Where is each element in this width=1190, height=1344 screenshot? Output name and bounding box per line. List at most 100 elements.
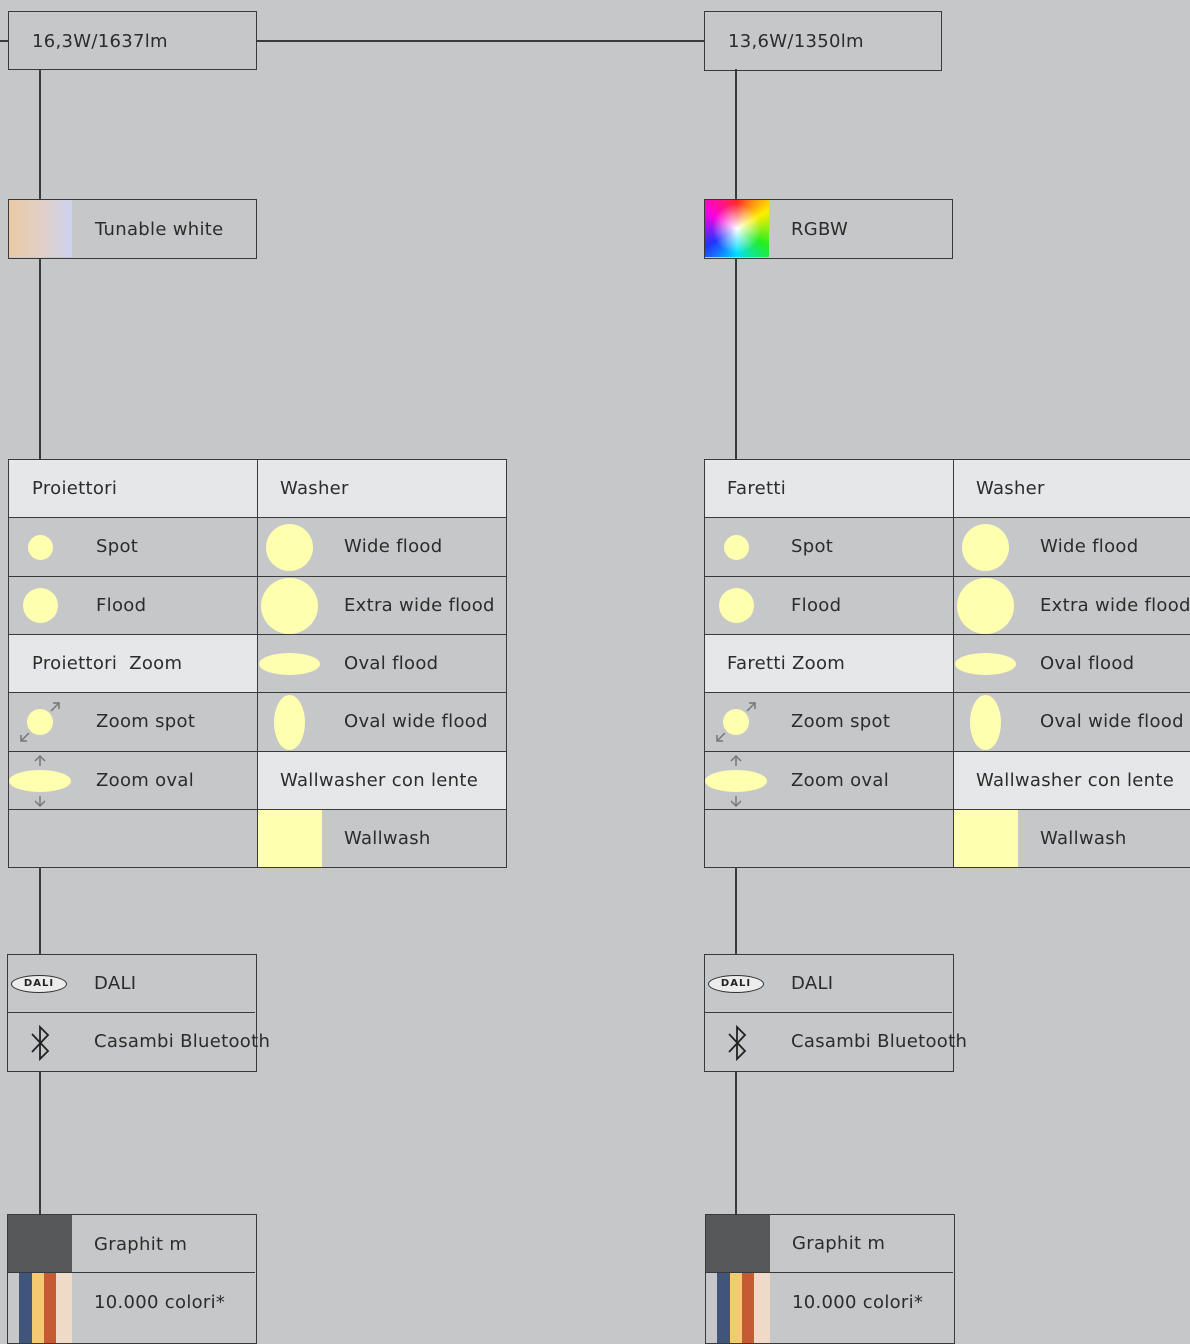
left-header-a-label: Proiettori [32,478,118,499]
dali-logo-icon: DALI [708,975,764,993]
right-trunk-3 [735,867,737,955]
right-wide-flood-cell: Wide flood [954,518,1190,577]
color-stripes-icon [8,1273,72,1343]
graphit-swatch [8,1215,72,1272]
right-header-a-label: Faretti [727,478,787,499]
right-zoom-header: Faretti Zoom [705,635,954,693]
zoom-spot-icon [716,702,756,742]
zoom-oval-icon [705,754,767,808]
tunable-white-swatch [9,200,72,257]
top-connector-left-stub [0,40,8,42]
left-header-a: Proiettori [9,460,258,518]
right-bluetooth-label: Casambi Bluetooth [791,1031,968,1052]
wallwash-beam-icon [258,810,322,867]
right-dali-label: DALI [791,973,834,994]
flood-beam-icon [719,588,754,623]
right-wide-flood-label: Wide flood [1040,536,1139,557]
left-wallwash-cell: Wallwash [258,810,506,867]
right-header-b-label: Washer [976,478,1045,499]
left-oval-wide-flood-label: Oval wide flood [344,711,488,732]
bluetooth-icon [31,1025,50,1061]
left-extra-wide-flood-label: Extra wide flood [344,595,495,616]
right-finish-box: Graphit m 10.000 colori* [705,1214,955,1344]
spot-beam-icon [724,535,749,560]
flood-beam-icon [23,588,58,623]
right-extra-wide-flood-label: Extra wide flood [1040,595,1190,616]
left-bluetooth-cell: Casambi Bluetooth [8,1013,270,1070]
right-wallwash-cell: Wallwash [954,810,1190,867]
rgbw-swatch [705,200,769,257]
right-colors-cell: 10.000 colori* [706,1273,953,1343]
left-power-box: 16,3W/1637lm [8,11,257,70]
left-dali-cell: DALI DALI [8,955,255,1013]
extra-wide-flood-beam-icon [957,578,1014,634]
right-trunk-1 [735,69,737,200]
left-power-label: 16,3W/1637lm [32,31,168,52]
top-connector [256,40,704,42]
right-flood-cell: Flood [705,577,954,635]
right-color-mode-box: RGBW [704,199,953,259]
left-color-mode-box: Tunable white [8,199,257,259]
right-spot-label: Spot [791,536,834,557]
right-spot-cell: Spot [705,518,954,577]
left-finish-box: Graphit m 10.000 colori* [7,1214,257,1344]
left-trunk-3 [39,867,41,955]
right-oval-flood-cell: Oval flood [954,635,1190,693]
right-zoom-spot-label: Zoom spot [791,711,891,732]
right-flood-label: Flood [791,595,842,616]
spot-beam-icon [28,535,53,560]
oval-wide-flood-beam-icon [274,695,305,750]
left-graphit-label: Graphit m [94,1234,188,1255]
left-zoom-oval-label: Zoom oval [96,770,195,791]
left-bluetooth-label: Casambi Bluetooth [94,1031,271,1052]
bluetooth-icon [728,1025,747,1061]
left-wallwasher-label: Wallwasher con lente [280,770,479,791]
dali-logo-icon: DALI [11,975,67,993]
right-power-box: 13,6W/1350lm [704,11,942,71]
right-graphit-cell: Graphit m [706,1215,953,1273]
right-optics-table: Faretti Washer Spot Wide flood Flood Ext… [704,459,1190,868]
left-wallwasher-header: Wallwasher con lente [258,752,506,810]
right-wallwash-label: Wallwash [1040,828,1127,849]
right-dali-cell: DALI DALI [705,955,952,1013]
left-spot-cell: Spot [9,518,258,577]
left-zoom-header-label: Proiettori Zoom [32,653,183,674]
left-zoom-spot-label: Zoom spot [96,711,196,732]
right-empty-cell [705,810,954,867]
right-control-box: DALI DALI Casambi Bluetooth [704,954,967,1072]
left-wide-flood-label: Wide flood [344,536,443,557]
left-zoom-oval-cell: Zoom oval [9,752,258,810]
right-extra-wide-flood-cell: Extra wide flood [954,577,1190,635]
wide-flood-beam-icon [962,524,1009,571]
right-oval-flood-label: Oval flood [1040,653,1135,674]
right-oval-wide-flood-cell: Oval wide flood [954,693,1190,752]
right-wallwasher-header: Wallwasher con lente [954,752,1190,810]
right-zoom-header-label: Faretti Zoom [727,653,846,674]
right-trunk-4 [735,1071,737,1215]
left-optics-table: Proiettori Washer Spot Wide flood Flood … [8,459,507,868]
left-dali-label: DALI [94,973,137,994]
left-zoom-spot-cell: Zoom spot [9,693,258,752]
wallwash-beam-icon [954,810,1018,867]
right-zoom-spot-cell: Zoom spot [705,693,954,752]
left-wallwash-label: Wallwash [344,828,431,849]
left-trunk-4 [39,1071,41,1215]
right-colors-label: 10.000 colori* [792,1292,924,1313]
right-header-a: Faretti [705,460,954,518]
graphit-swatch [706,1215,770,1272]
oval-flood-beam-icon [955,653,1016,675]
left-flood-label: Flood [96,595,147,616]
left-flood-cell: Flood [9,577,258,635]
left-empty-cell [9,810,258,867]
left-colors-cell: 10.000 colori* [8,1273,255,1343]
right-graphit-label: Graphit m [792,1233,886,1254]
left-extra-wide-flood-cell: Extra wide flood [258,577,506,635]
left-oval-wide-flood-cell: Oval wide flood [258,693,506,752]
left-color-mode-label: Tunable white [95,219,224,240]
zoom-spot-icon [20,702,60,742]
right-color-mode-label: RGBW [791,219,849,240]
left-colors-label: 10.000 colori* [94,1292,226,1313]
left-wide-flood-cell: Wide flood [258,518,506,577]
right-zoom-oval-label: Zoom oval [791,770,890,791]
right-oval-wide-flood-label: Oval wide flood [1040,711,1184,732]
